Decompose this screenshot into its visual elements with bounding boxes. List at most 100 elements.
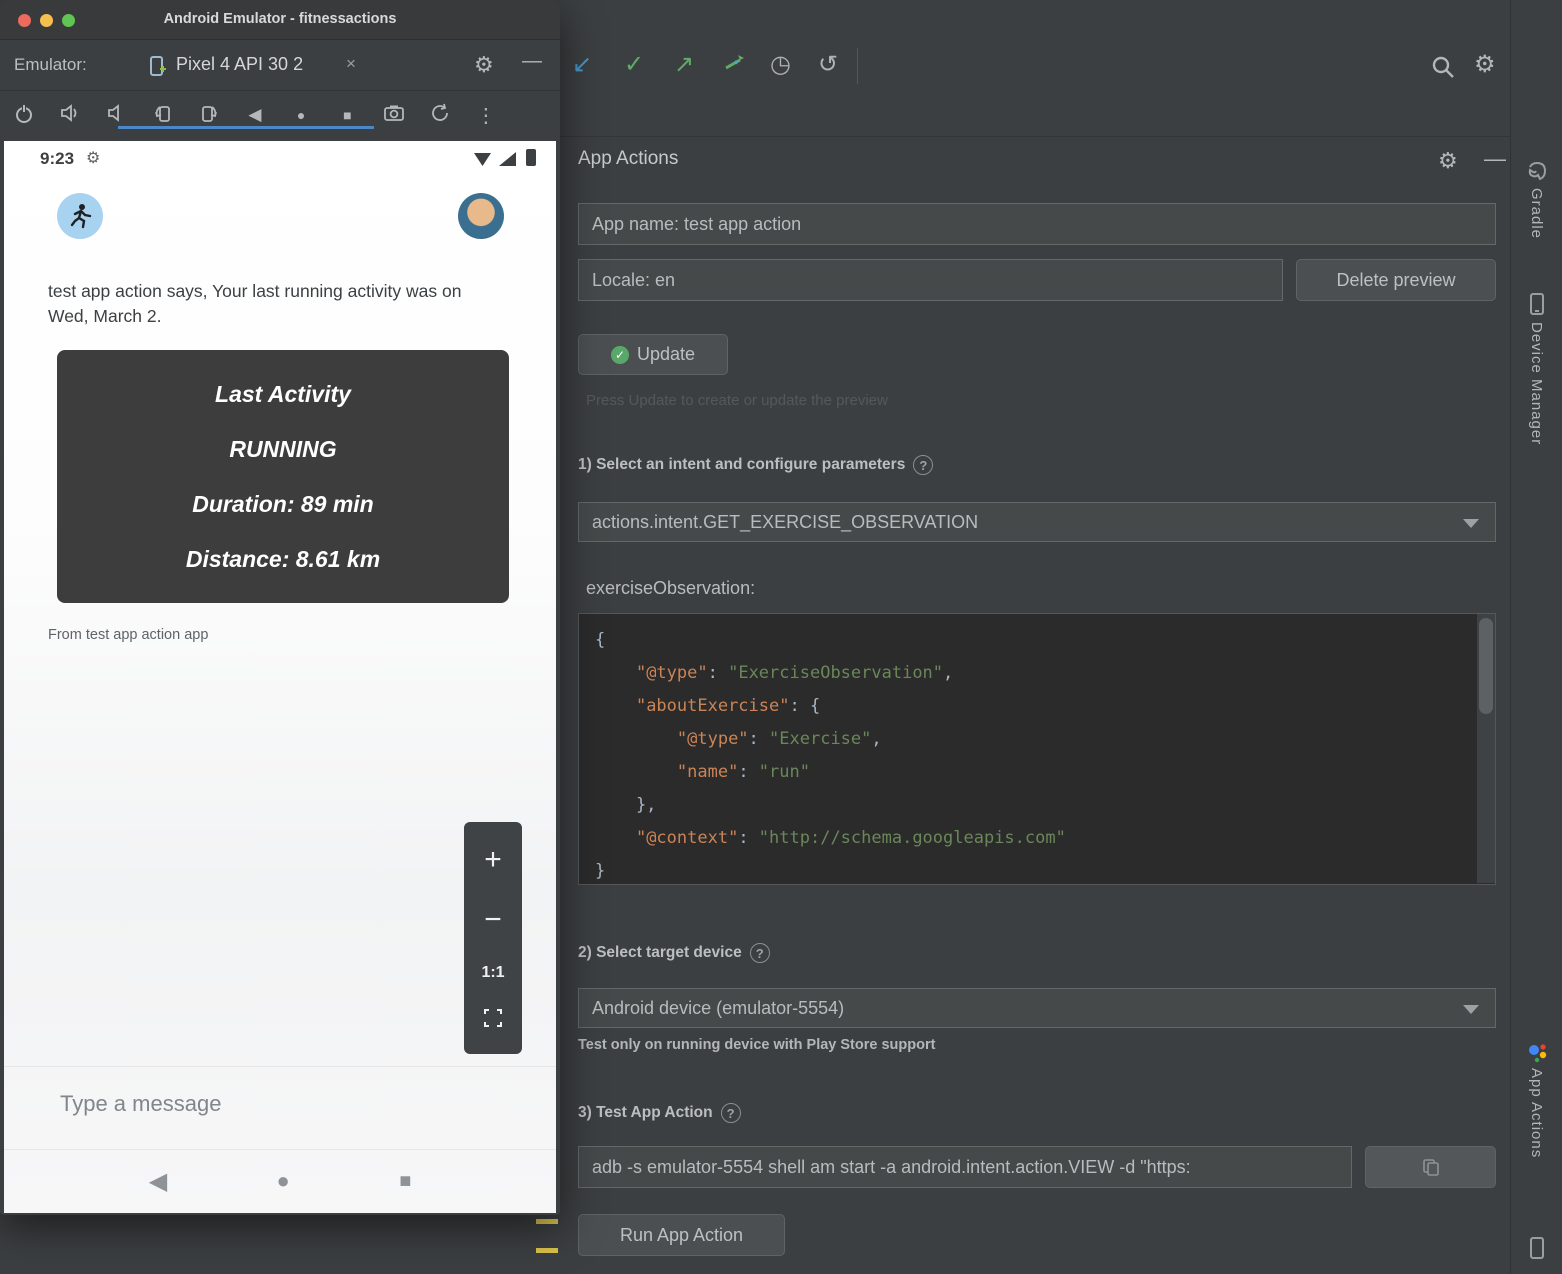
update-button[interactable]: ✓ Update — [578, 334, 728, 375]
editor-scrollbar-thumb[interactable] — [1479, 618, 1493, 714]
power-icon[interactable] — [12, 102, 36, 129]
signal-icon — [499, 152, 516, 166]
arrow-star-icon — [722, 50, 748, 76]
volume-down-icon[interactable] — [104, 102, 128, 129]
update-button-label: Update — [637, 344, 695, 365]
assistant-message: test app action says, Your last running … — [48, 279, 478, 329]
sidebar-item-app-actions[interactable]: App Actions — [1528, 1068, 1545, 1158]
code-line: "aboutExercise": { — [595, 690, 1495, 723]
status-time: 9:23 — [40, 149, 74, 169]
card-activity: RUNNING — [229, 436, 336, 463]
sidebar-item-gradle[interactable]: Gradle — [1528, 188, 1545, 239]
history-clock-icon[interactable]: ◷ — [770, 50, 791, 79]
emulator-controls: ◀ ● ■ ⋮ — [12, 94, 498, 136]
run-app-action-button[interactable]: Run App Action — [578, 1214, 785, 1256]
chevron-down-icon — [1463, 519, 1479, 528]
user-avatar — [458, 193, 504, 239]
emulator-titlebar[interactable]: Android Emulator - fitnessactions — [0, 0, 560, 40]
copy-icon — [1421, 1157, 1441, 1177]
adb-command-field[interactable]: adb -s emulator-5554 shell am start -a a… — [578, 1146, 1352, 1188]
overview-icon[interactable]: ■ — [335, 107, 359, 123]
zoom-in-button[interactable]: + — [484, 843, 502, 877]
param-label: exerciseObservation: — [586, 578, 755, 599]
settings-gear-icon[interactable]: ⚙ — [1474, 50, 1496, 79]
input-divider — [4, 1066, 556, 1067]
chevron-down-icon — [1463, 1005, 1479, 1014]
section1-help-icon[interactable]: ? — [913, 455, 933, 475]
screen-root: ↙ ✓ ↗ ◷ ↺ ⚙ App Actions ⚙ — App name: te… — [0, 0, 1562, 1274]
window-title: Android Emulator - fitnessactions — [0, 11, 560, 27]
emulator-label: Emulator: — [14, 55, 87, 75]
delete-preview-button[interactable]: Delete preview — [1296, 259, 1496, 301]
section3-label: 3) Test App Action ? — [578, 1103, 741, 1123]
code-line: "@type": "ExerciseObservation", — [595, 657, 1495, 690]
sidebar-item-device-manager[interactable]: Device Manager — [1528, 322, 1545, 445]
section1-label: 1) Select an intent and configure parame… — [578, 455, 933, 475]
kebab-menu-icon[interactable]: ⋮ — [474, 103, 498, 128]
card-duration: Duration: 89 min — [192, 491, 373, 518]
step-over-arrow-icon[interactable]: ↗ — [674, 50, 694, 79]
step-out-arrow-icon[interactable]: ↙ — [572, 50, 592, 79]
battery-icon — [526, 149, 536, 166]
toolbar-separator — [857, 48, 858, 84]
section2-label-text: 2) Select target device — [578, 944, 742, 962]
intent-dropdown[interactable]: actions.intent.GET_EXERCISE_OBSERVATION — [578, 502, 1496, 542]
screenshot-camera-icon[interactable] — [382, 102, 406, 129]
editor-stripe-mark — [536, 1248, 558, 1253]
zoom-out-button[interactable]: − — [484, 903, 502, 937]
device-note: Test only on running device with Play St… — [578, 1037, 935, 1053]
locale-field[interactable]: Locale: en — [578, 259, 1283, 301]
panel-top-border — [560, 136, 1510, 137]
gradle-icon — [1525, 158, 1549, 187]
undo-icon[interactable]: ↺ — [818, 50, 838, 79]
runner-icon — [66, 202, 94, 230]
resume-check-icon[interactable]: ✓ — [624, 50, 644, 79]
code-line: "@context": "http://schema.googleapis.co… — [595, 822, 1495, 855]
card-distance: Distance: 8.61 km — [186, 546, 380, 573]
emulator-minimize-icon[interactable]: — — [522, 50, 542, 73]
copy-command-button[interactable] — [1365, 1146, 1496, 1188]
emulator-tab-bar: Emulator: Pixel 4 API 30 2 × ⚙ — — [0, 40, 560, 91]
wifi-icon — [474, 153, 491, 166]
update-check-icon: ✓ — [611, 346, 629, 364]
android-nav-bar: ◀ ● ■ — [4, 1151, 556, 1211]
device-file-explorer-icon[interactable] — [1525, 1236, 1549, 1265]
fitness-result-card: Last Activity RUNNING Duration: 89 min D… — [57, 350, 509, 603]
nav-back-icon[interactable]: ◀ — [149, 1167, 167, 1196]
emulator-settings-gear-icon[interactable]: ⚙ — [474, 52, 494, 78]
json-parameter-editor[interactable]: { "@type": "ExerciseObservation", "about… — [578, 613, 1496, 885]
search-icon[interactable] — [1430, 54, 1456, 85]
home-icon[interactable]: ● — [289, 107, 313, 123]
panel-gear-icon[interactable]: ⚙ — [1438, 148, 1458, 174]
tab-close-icon[interactable]: × — [346, 54, 356, 74]
from-app-label: From test app action app — [48, 627, 208, 643]
zoom-ratio-button[interactable]: 1:1 — [481, 964, 504, 982]
target-device-dropdown[interactable]: Android device (emulator-5554) — [578, 988, 1496, 1028]
app-name-field[interactable]: App name: test app action — [578, 203, 1496, 245]
tab-pixel4[interactable]: Pixel 4 API 30 2 — [176, 54, 303, 75]
back-icon[interactable]: ◀ — [243, 105, 267, 125]
fit-screen-icon[interactable] — [483, 1008, 503, 1033]
nav-home-icon[interactable]: ● — [277, 1168, 290, 1194]
code-line: { — [595, 624, 1495, 657]
zoom-control-panel: + − 1:1 — [464, 822, 522, 1054]
rotate-right-icon[interactable] — [197, 102, 221, 129]
target-device-value: Android device (emulator-5554) — [592, 998, 844, 1018]
tool-window-stripe: Gradle Device Manager App Actions — [1510, 0, 1562, 1274]
message-input[interactable]: Type a message — [60, 1091, 221, 1117]
panel-title: App Actions — [578, 148, 678, 170]
volume-up-icon[interactable] — [58, 102, 82, 129]
code-line: "@type": "Exercise", — [595, 723, 1495, 756]
app-avatar — [57, 193, 103, 239]
run-to-cursor-icon[interactable] — [722, 50, 748, 83]
section2-help-icon[interactable]: ? — [750, 943, 770, 963]
emulator-window: Android Emulator - fitnessactions Emulat… — [0, 0, 560, 1215]
snapshot-restore-icon[interactable] — [428, 102, 452, 129]
rotate-left-icon[interactable] — [151, 102, 175, 129]
section3-label-text: 3) Test App Action — [578, 1104, 713, 1122]
panel-minimize-icon[interactable]: — — [1484, 146, 1506, 172]
section3-help-icon[interactable]: ? — [721, 1103, 741, 1123]
device-manager-icon — [1525, 292, 1549, 321]
status-gear-icon: ⚙ — [86, 148, 100, 168]
nav-overview-icon[interactable]: ■ — [399, 1170, 411, 1193]
